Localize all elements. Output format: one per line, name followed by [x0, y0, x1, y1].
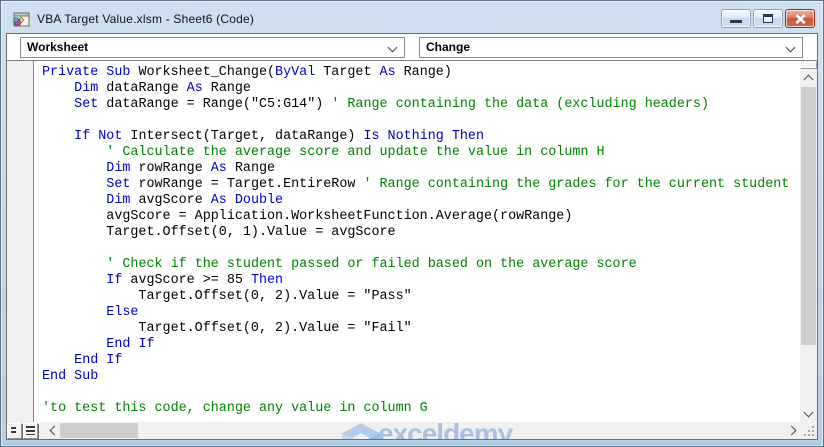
window-title: VBA Target Value.xlsm - Sheet6 (Code)	[37, 12, 255, 26]
scroll-down-arrow[interactable]	[800, 406, 817, 422]
procedure-view-icon	[10, 426, 19, 435]
code-line: Private Sub Worksheet_Change(ByVal Targe…	[42, 65, 452, 80]
code-line: Target.Offset(0, 2).Value = "Fail"	[42, 321, 412, 336]
client-area: Worksheet Change Private Sub Worksheet_C…	[6, 33, 818, 440]
chevron-left-icon	[49, 425, 59, 436]
chevron-down-icon	[785, 42, 796, 52]
resize-grip[interactable]	[804, 426, 814, 436]
title-bar[interactable]: VBA Target Value.xlsm - Sheet6 (Code)	[6, 5, 818, 33]
procedure-dropdown[interactable]: Change	[419, 36, 803, 58]
code-line: End If	[106, 337, 155, 352]
object-dropdown[interactable]: Worksheet	[20, 36, 405, 58]
split-handle[interactable]	[800, 61, 817, 69]
code-line: Else	[106, 305, 139, 320]
object-dropdown-value: Worksheet	[27, 40, 89, 54]
code-line: End Sub	[42, 369, 99, 384]
minimize-icon	[730, 20, 742, 23]
code-window-icon	[13, 12, 30, 27]
vbe-code-window: VBA Target Value.xlsm - Sheet6 (Code) Wo…	[0, 0, 824, 447]
full-module-view-icon	[26, 426, 35, 435]
close-button[interactable]	[785, 9, 815, 28]
margin-indicator-bar[interactable]	[7, 61, 34, 422]
chevron-down-icon	[387, 42, 398, 52]
code-line: End If	[74, 353, 123, 368]
code-line: avgScore = Application.WorksheetFunction…	[42, 209, 573, 224]
full-module-view-button[interactable]	[23, 422, 38, 439]
procedure-dropdown-value: Change	[426, 40, 471, 54]
code-line: Dim rowRange As Range	[106, 161, 276, 176]
scroll-right-arrow[interactable]	[785, 422, 800, 439]
code-line: Target.Offset(0, 2).Value = "Pass"	[42, 289, 412, 304]
code-line: Target.Offset(0, 1).Value = avgScore	[42, 225, 396, 240]
code-line: Dim avgScore As Double	[106, 193, 284, 208]
code-line: Set dataRange = Range("C5:G14") ' Range …	[74, 97, 709, 112]
horizontal-scrollbar[interactable]	[7, 422, 800, 439]
procedure-view-button[interactable]	[7, 422, 22, 439]
scroll-left-arrow[interactable]	[45, 422, 60, 439]
scroll-up-arrow[interactable]	[800, 70, 817, 86]
chevron-down-icon	[803, 407, 814, 418]
code-line: ' Check if the student passed or failed …	[106, 257, 637, 272]
code-line: If avgScore >= 85 Then	[106, 273, 284, 288]
code-line: Dim dataRange As Range	[74, 81, 251, 96]
horizontal-scroll-thumb[interactable]	[60, 423, 138, 438]
vertical-scrollbar[interactable]	[800, 61, 817, 422]
code-line: Set rowRange = Target.EntireRow ' Range …	[106, 177, 790, 192]
combo-row: Worksheet Change	[7, 34, 817, 60]
code-line: If Not Intersect(Target, dataRange) Is N…	[74, 129, 484, 144]
restore-icon	[763, 14, 773, 23]
chevron-right-icon	[786, 425, 796, 436]
chevron-up-icon	[803, 74, 814, 85]
code-content[interactable]: Private Sub Worksheet_Change(ByVal Targe…	[35, 61, 800, 422]
code-line: 'to test this code, change any value in …	[42, 401, 428, 416]
code-pane: Private Sub Worksheet_Change(ByVal Targe…	[7, 60, 817, 439]
vertical-scroll-thumb[interactable]	[801, 87, 816, 345]
code-line: ' Calculate the average score and update…	[106, 145, 605, 160]
close-icon	[794, 13, 806, 25]
scrollbar-corner	[800, 422, 817, 439]
minimize-button[interactable]	[721, 9, 751, 28]
restore-button[interactable]	[753, 9, 783, 28]
